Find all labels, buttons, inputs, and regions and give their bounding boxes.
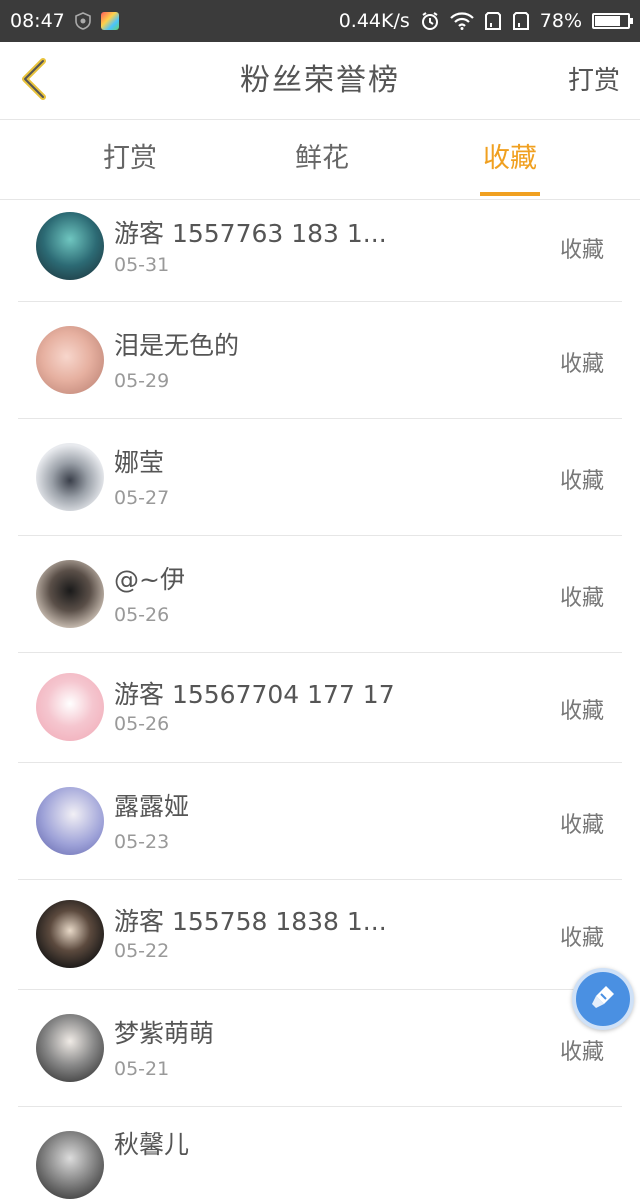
favorite-label: 收藏 xyxy=(559,1040,604,1065)
tab-flowers[interactable]: 鲜花 xyxy=(262,120,382,200)
list-item[interactable]: 娜莹 05-27 收藏 xyxy=(18,419,622,536)
list-item[interactable]: 游客 155758 1838 1... 05-22 收藏 xyxy=(18,880,622,990)
sim2-signal-icon xyxy=(512,11,530,31)
user-date: 05-26 xyxy=(114,604,170,626)
user-name: 梦紫萌萌 xyxy=(114,1019,215,1048)
favorite-label: 收藏 xyxy=(559,813,604,838)
shield-icon xyxy=(74,12,91,30)
user-name: 游客 155758 1838 1... xyxy=(114,907,387,936)
user-date: 05-29 xyxy=(114,370,170,392)
favorite-label: 收藏 xyxy=(559,926,604,951)
list-item[interactable]: 泪是无色的 05-29 收藏 xyxy=(18,302,622,419)
battery-icon xyxy=(592,13,633,29)
user-date: 05-23 xyxy=(114,831,170,853)
page-title: 粉丝荣誉榜 xyxy=(240,63,400,98)
avatar xyxy=(36,1131,104,1199)
list-item[interactable]: 游客 1557763 183 1... 05-31 收藏 xyxy=(18,200,622,302)
fan-list: 游客 1557763 183 1... 05-31 收藏 泪是无色的 05-29… xyxy=(0,200,640,1199)
user-date: 05-21 xyxy=(114,1058,170,1080)
user-name: 露露娅 xyxy=(114,792,190,821)
avatar xyxy=(36,787,104,855)
avatar xyxy=(36,900,104,968)
list-item[interactable]: @~伊 05-26 收藏 xyxy=(18,536,622,653)
avatar xyxy=(36,560,104,628)
user-name: 泪是无色的 xyxy=(114,331,240,360)
active-tab-indicator xyxy=(480,192,540,196)
list-item[interactable]: 露露娅 05-23 收藏 xyxy=(18,763,622,880)
list-item[interactable]: 梦紫萌萌 05-21 收藏 xyxy=(18,990,622,1107)
favorite-label: 收藏 xyxy=(559,699,604,724)
tab-bar: 打赏 鲜花 收藏 xyxy=(0,120,640,200)
brush-icon xyxy=(588,982,618,1016)
battery-percent: 78% xyxy=(539,10,582,32)
network-speed: 0.44K/s xyxy=(338,10,410,32)
avatar xyxy=(36,443,104,511)
user-name: 秋馨儿 xyxy=(114,1130,190,1159)
reward-button[interactable]: 打赏 xyxy=(568,42,620,120)
nav-header: 粉丝荣誉榜 打赏 xyxy=(0,42,640,120)
avatar xyxy=(36,1014,104,1082)
tab-favorites[interactable]: 收藏 xyxy=(450,120,570,200)
user-name: 游客 15567704 177 17 xyxy=(114,680,395,709)
wifi-icon xyxy=(449,12,474,30)
floating-brush-button[interactable] xyxy=(572,968,634,1030)
list-item[interactable]: 游客 15567704 177 17 05-26 收藏 xyxy=(18,653,622,763)
avatar xyxy=(36,673,104,741)
avatar xyxy=(36,326,104,394)
status-bar: 08:47 0.44K/s 78% xyxy=(0,0,640,42)
user-date: 05-26 xyxy=(114,713,170,735)
app-notification-icon xyxy=(100,12,119,30)
alarm-icon xyxy=(420,11,440,31)
status-time: 08:47 xyxy=(10,10,65,32)
tab-label: 打赏 xyxy=(103,143,157,174)
avatar xyxy=(36,212,104,280)
user-name: 娜莹 xyxy=(114,448,165,477)
user-date: 05-22 xyxy=(114,940,170,962)
tab-reward[interactable]: 打赏 xyxy=(70,120,190,200)
favorite-label: 收藏 xyxy=(559,469,604,494)
user-name: @~伊 xyxy=(114,565,185,594)
tab-label: 鲜花 xyxy=(295,143,349,174)
favorite-label: 收藏 xyxy=(559,352,604,377)
favorite-label: 收藏 xyxy=(559,586,604,611)
user-date: 05-27 xyxy=(114,487,170,509)
user-name: 游客 1557763 183 1... xyxy=(114,219,387,248)
sim1-signal-icon xyxy=(484,11,502,31)
tab-label: 收藏 xyxy=(483,143,537,174)
user-date: 05-31 xyxy=(114,254,170,276)
list-item[interactable]: 秋馨儿 xyxy=(18,1107,622,1199)
favorite-label: 收藏 xyxy=(559,238,604,263)
